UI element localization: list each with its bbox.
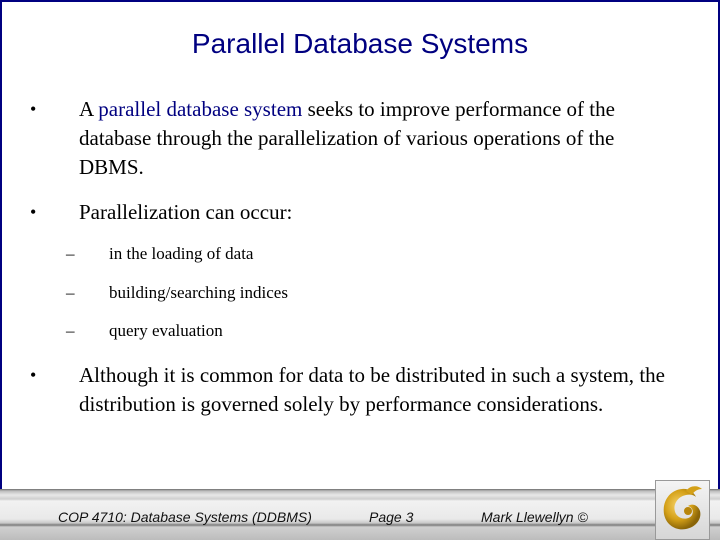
footer-course: COP 4710: Database Systems (DDBMS) — [58, 509, 312, 525]
bullet-2-text: Parallelization can occur: — [79, 200, 293, 224]
footer-page-number: Page 3 — [369, 509, 414, 525]
bullet-1-text: A parallel database system seeks to impr… — [79, 95, 665, 182]
sub-item-text: building/searching indices — [109, 283, 288, 302]
ucf-pegasus-logo-icon — [663, 486, 702, 530]
dash-marker: – — [66, 321, 75, 340]
highlight-term: parallel database system — [98, 97, 303, 121]
logo-box — [655, 480, 710, 540]
dash-marker: – — [66, 244, 75, 263]
sub-item-text: in the loading of data — [109, 244, 254, 263]
bullet-marker: • — [30, 99, 37, 119]
footer-author: Mark Llewellyn © — [481, 509, 588, 525]
sub-item-text: query evaluation — [109, 321, 223, 340]
bullet-1-prefix: A — [79, 97, 99, 121]
bullet-3-text: Although it is common for data to be dis… — [79, 363, 665, 416]
dash-marker: – — [66, 283, 75, 302]
slide-title: Parallel Database Systems — [191, 28, 529, 59]
bullet-marker: • — [30, 365, 37, 385]
bullet-marker: • — [30, 202, 37, 222]
slide-footer: COP 4710: Database Systems (DDBMS) Page … — [0, 489, 720, 540]
